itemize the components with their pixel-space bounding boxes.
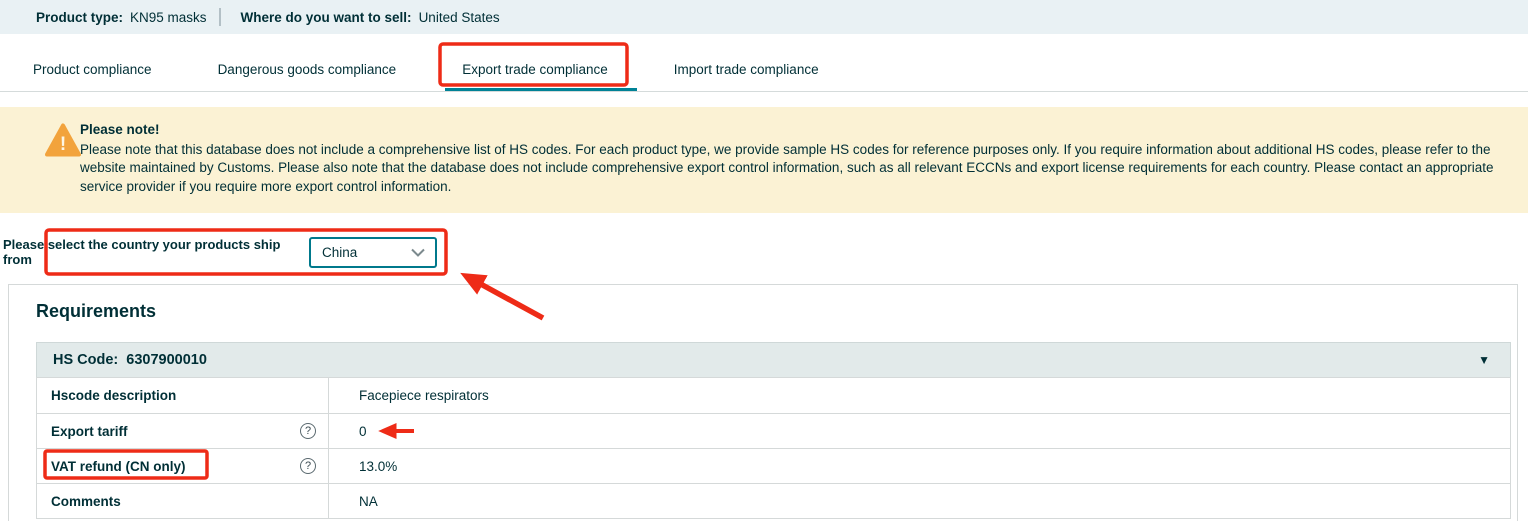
table-row-vat-refund: VAT refund (CN only) ? 13.0% (37, 448, 1510, 483)
requirements-heading: Requirements (36, 301, 1511, 325)
tab-import-trade-compliance[interactable]: Import trade compliance (674, 47, 819, 91)
compliance-tab-bar: Product compliance Dangerous goods compl… (0, 47, 1528, 92)
row-label: VAT refund (CN only) (51, 459, 186, 474)
row-value: Facepiece respirators (359, 388, 489, 403)
svg-text:!: ! (60, 134, 66, 155)
product-type-value: KN95 masks (130, 10, 207, 25)
row-label: Export tariff (51, 424, 128, 439)
notice-body: Please note that this database does not … (80, 141, 1512, 197)
table-row-hscode-description: Hscode description Facepiece respirators (37, 378, 1510, 413)
ship-from-selected-value: China (322, 245, 357, 260)
context-bar: Product type: KN95 masks Where do you wa… (0, 0, 1528, 34)
notice-title: Please note! (80, 121, 1512, 140)
sell-country-value: United States (419, 10, 500, 25)
ship-from-select[interactable]: China (309, 237, 437, 268)
table-row-comments: Comments NA (37, 483, 1510, 518)
requirements-panel: Requirements HS Code: 6307900010 ▼ Hscod… (8, 284, 1518, 521)
row-value: 13.0% (359, 459, 397, 474)
tab-product-compliance[interactable]: Product compliance (33, 47, 152, 91)
notice-banner: Please note! Please note that this datab… (0, 107, 1528, 213)
row-value: NA (359, 494, 378, 509)
divider (219, 8, 221, 26)
hs-code-header[interactable]: HS Code: 6307900010 ▼ (36, 342, 1511, 377)
ship-from-row: Please select the country your products … (0, 230, 1528, 274)
row-label: Hscode description (51, 388, 176, 403)
help-icon[interactable]: ? (300, 458, 316, 474)
tab-export-trade-compliance[interactable]: Export trade compliance (462, 47, 608, 91)
warning-icon: ! (45, 123, 81, 158)
hs-code-value: 6307900010 (126, 352, 207, 368)
tab-dangerous-goods-compliance[interactable]: Dangerous goods compliance (218, 47, 397, 91)
product-type-label: Product type: (36, 10, 123, 25)
requirements-table: Hscode description Facepiece respirators… (36, 377, 1511, 519)
chevron-down-icon (411, 248, 425, 257)
export-trade-compliance-page: Product type: KN95 masks Where do you wa… (0, 0, 1528, 521)
help-icon[interactable]: ? (300, 423, 316, 439)
sell-country-label: Where do you want to sell: (241, 10, 412, 25)
ship-from-label: Please select the country your products … (3, 237, 309, 267)
row-label: Comments (51, 494, 121, 509)
table-row-export-tariff: Export tariff ? 0 (37, 413, 1510, 448)
row-value: 0 (359, 424, 367, 439)
hs-code-label: HS Code: (53, 352, 118, 368)
collapse-triangle-icon[interactable]: ▼ (1478, 354, 1490, 366)
